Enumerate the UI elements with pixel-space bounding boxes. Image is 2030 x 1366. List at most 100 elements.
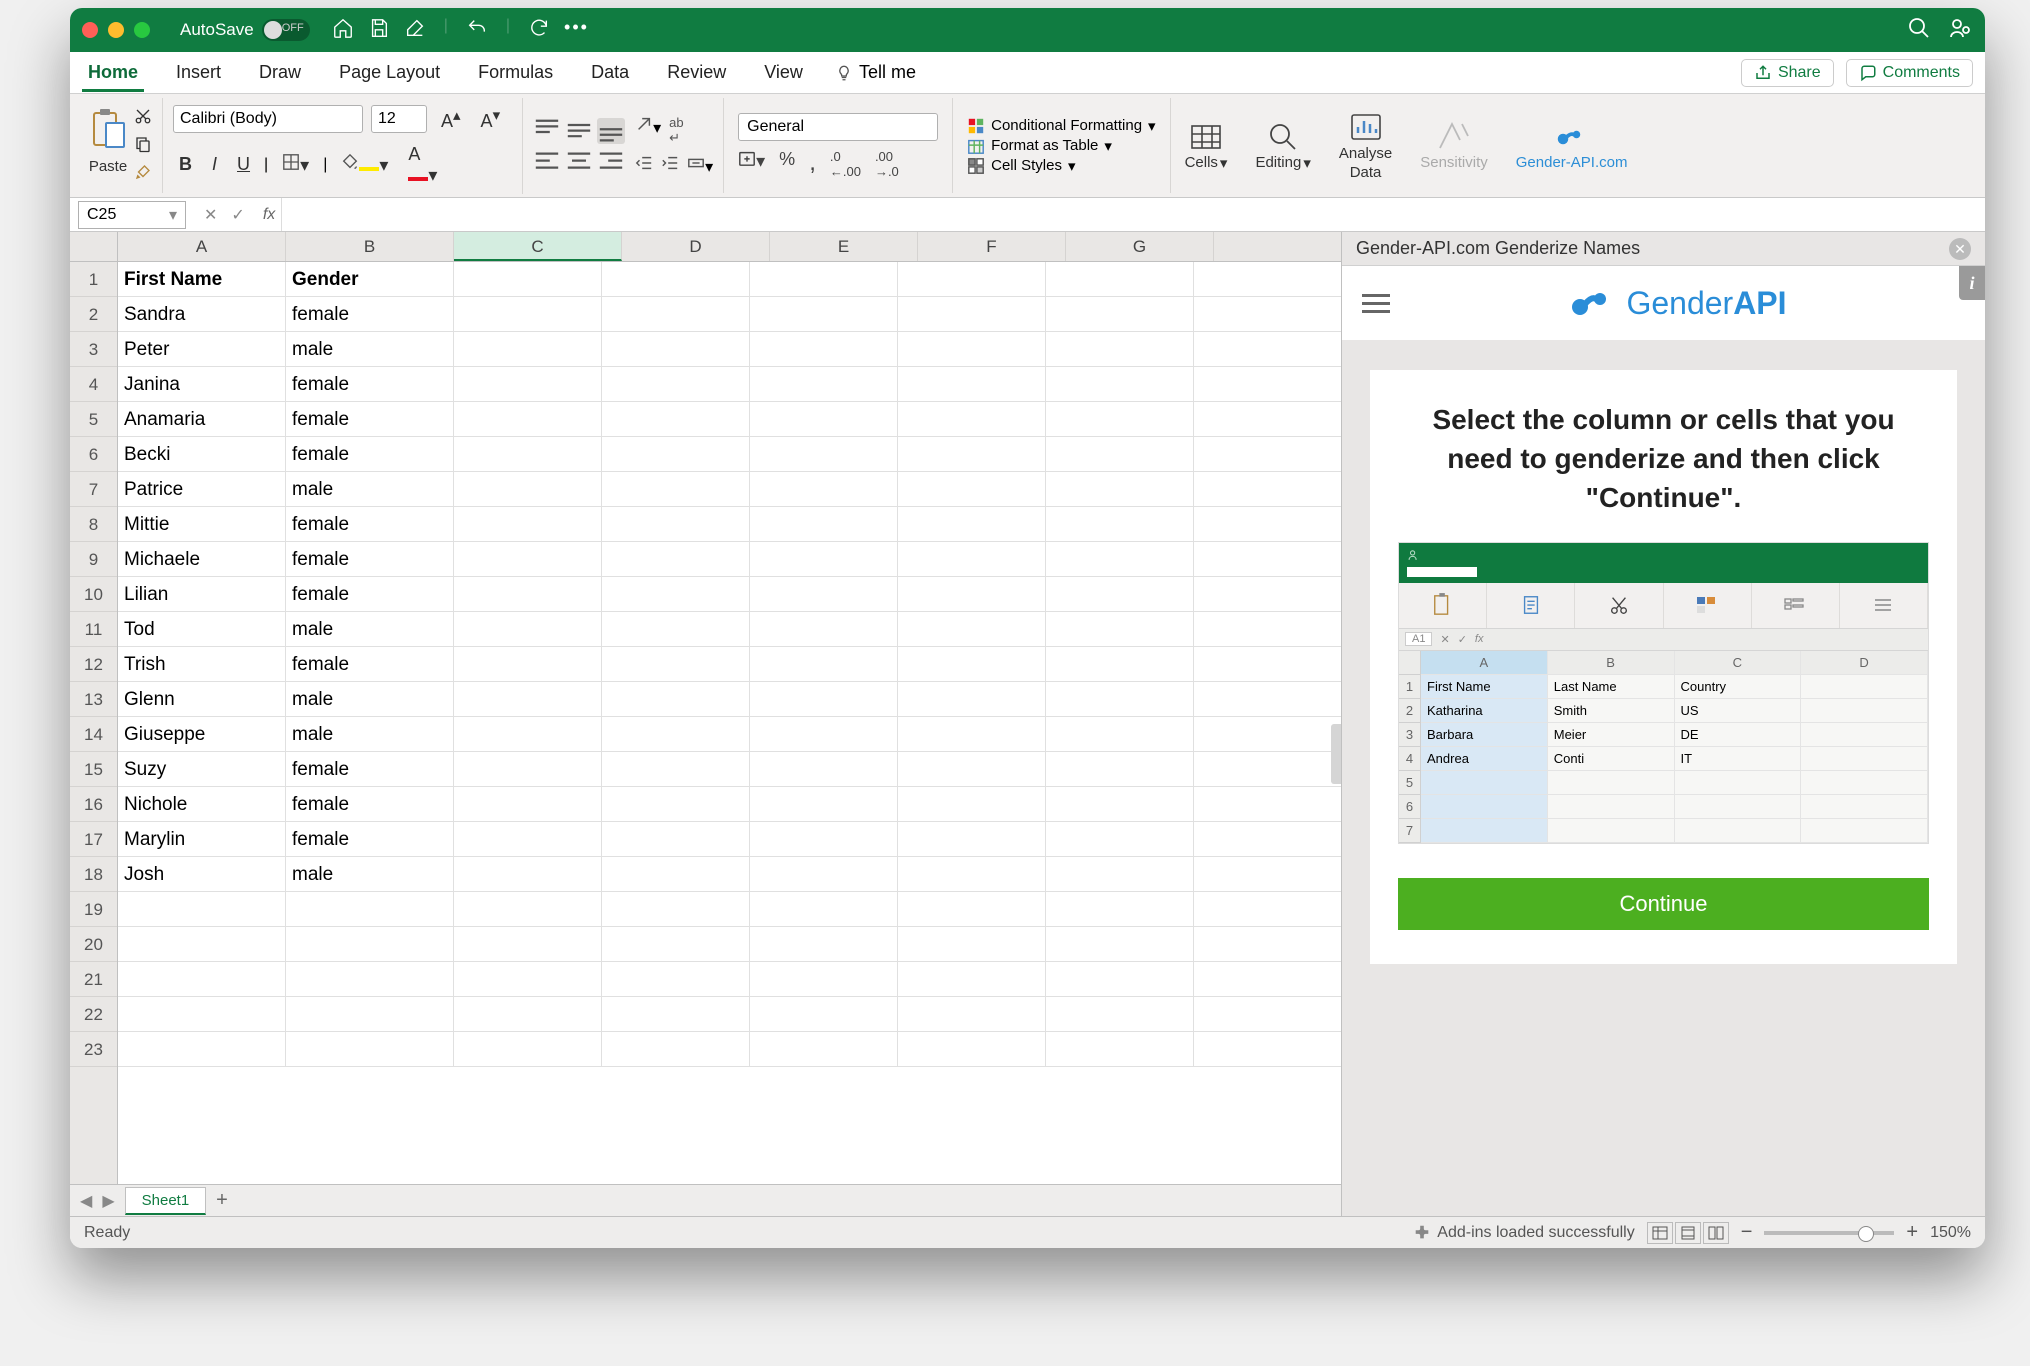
cell[interactable]: Patrice	[118, 472, 286, 506]
cell[interactable]	[602, 577, 750, 611]
row-header[interactable]: 21	[70, 962, 117, 997]
home-icon[interactable]	[332, 17, 354, 44]
cell[interactable]	[454, 332, 602, 366]
cell[interactable]: Gender	[286, 262, 454, 296]
cell[interactable]	[750, 262, 898, 296]
align-middle-icon[interactable]	[565, 118, 593, 144]
cell[interactable]	[602, 787, 750, 821]
cell[interactable]	[898, 262, 1046, 296]
cell[interactable]: female	[286, 437, 454, 471]
editing-group[interactable]: Editing ▾	[1241, 120, 1324, 172]
cut-icon[interactable]	[134, 107, 152, 129]
maximize-window-button[interactable]	[134, 22, 150, 38]
cell[interactable]: Trish	[118, 647, 286, 681]
cell[interactable]	[750, 507, 898, 541]
cell[interactable]	[454, 367, 602, 401]
cell[interactable]	[750, 437, 898, 471]
cell[interactable]: Nichole	[118, 787, 286, 821]
cell[interactable]	[286, 927, 454, 961]
cell[interactable]	[898, 1032, 1046, 1066]
cell[interactable]	[898, 332, 1046, 366]
row-header[interactable]: 15	[70, 752, 117, 787]
decrease-font-icon[interactable]: A▾	[475, 104, 507, 134]
align-bottom-icon[interactable]	[597, 118, 625, 144]
cell[interactable]	[898, 822, 1046, 856]
cell[interactable]	[286, 892, 454, 926]
row-header[interactable]: 5	[70, 402, 117, 437]
cell[interactable]	[1046, 297, 1194, 331]
row-header[interactable]: 20	[70, 927, 117, 962]
cell[interactable]: male	[286, 717, 454, 751]
cell[interactable]: male	[286, 682, 454, 716]
cell[interactable]	[1046, 752, 1194, 786]
cell[interactable]	[454, 542, 602, 576]
cell[interactable]	[602, 647, 750, 681]
cell[interactable]	[1046, 997, 1194, 1031]
cell[interactable]	[898, 997, 1046, 1031]
cell[interactable]	[454, 437, 602, 471]
cell[interactable]	[1046, 612, 1194, 646]
cell[interactable]	[898, 367, 1046, 401]
cell[interactable]	[750, 787, 898, 821]
cell[interactable]	[750, 402, 898, 436]
row-header[interactable]: 4	[70, 367, 117, 402]
row-header[interactable]: 13	[70, 682, 117, 717]
sheet-nav-prev-icon[interactable]: ◀	[80, 1191, 92, 1211]
cell[interactable]	[602, 962, 750, 996]
cell[interactable]	[1046, 822, 1194, 856]
ribbon-tab-data[interactable]: Data	[585, 54, 635, 92]
cell[interactable]	[898, 927, 1046, 961]
cell[interactable]	[1046, 542, 1194, 576]
row-header[interactable]: 3	[70, 332, 117, 367]
fill-color-button[interactable]: ▾	[335, 151, 394, 178]
cell[interactable]	[750, 367, 898, 401]
cell[interactable]	[602, 402, 750, 436]
font-color-button[interactable]: A▾	[402, 142, 443, 188]
cell[interactable]: Glenn	[118, 682, 286, 716]
cell[interactable]: Michaele	[118, 542, 286, 576]
cell[interactable]	[602, 472, 750, 506]
cell[interactable]	[602, 507, 750, 541]
underline-button[interactable]: U	[231, 152, 256, 177]
cell[interactable]	[898, 892, 1046, 926]
cell[interactable]	[1046, 892, 1194, 926]
cell[interactable]	[1046, 367, 1194, 401]
sheet-nav-next-icon[interactable]: ▶	[102, 1191, 114, 1211]
cell[interactable]	[750, 927, 898, 961]
merge-center-icon[interactable]: ▾	[687, 154, 713, 177]
continue-button[interactable]: Continue	[1398, 878, 1929, 930]
cells-grid[interactable]: First NameGenderSandrafemalePetermaleJan…	[118, 262, 1341, 1184]
cell[interactable]: female	[286, 542, 454, 576]
cell[interactable]	[750, 332, 898, 366]
name-box[interactable]: C25▾	[78, 201, 186, 229]
cell[interactable]	[602, 717, 750, 751]
row-header[interactable]: 6	[70, 437, 117, 472]
border-button[interactable]: ▾	[276, 151, 315, 178]
align-center-icon[interactable]	[565, 148, 593, 174]
ribbon-tab-page-layout[interactable]: Page Layout	[333, 54, 446, 92]
save-icon[interactable]	[368, 17, 390, 44]
cell[interactable]	[454, 612, 602, 646]
row-header[interactable]: 2	[70, 297, 117, 332]
decrease-indent-icon[interactable]	[635, 154, 653, 177]
cell[interactable]: female	[286, 297, 454, 331]
column-header[interactable]: C	[454, 232, 622, 261]
close-panel-button[interactable]: ✕	[1949, 238, 1971, 260]
cell[interactable]	[750, 892, 898, 926]
analyse-data-button[interactable]: Analyse Data	[1325, 111, 1406, 181]
ribbon-tab-formulas[interactable]: Formulas	[472, 54, 559, 92]
cell[interactable]: female	[286, 752, 454, 786]
align-left-icon[interactable]	[533, 148, 561, 174]
cell[interactable]	[286, 962, 454, 996]
cell[interactable]	[454, 927, 602, 961]
cell[interactable]	[118, 997, 286, 1031]
row-header[interactable]: 1	[70, 262, 117, 297]
cell[interactable]	[1046, 682, 1194, 716]
cell[interactable]	[898, 577, 1046, 611]
column-header[interactable]: B	[286, 232, 454, 261]
row-header[interactable]: 22	[70, 997, 117, 1032]
cell[interactable]: female	[286, 822, 454, 856]
cell[interactable]: female	[286, 787, 454, 821]
cell[interactable]	[1046, 262, 1194, 296]
hamburger-menu-icon[interactable]	[1362, 294, 1390, 313]
